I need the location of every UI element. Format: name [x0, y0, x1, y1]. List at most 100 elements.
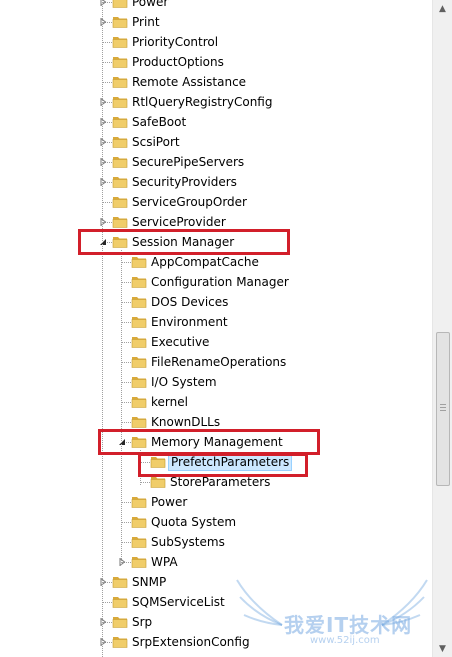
folder-icon — [131, 334, 147, 350]
expand-arrow-icon[interactable] — [98, 0, 108, 7]
tree-item[interactable]: SNMP — [0, 572, 432, 592]
tree-item-label: Srp — [132, 615, 153, 629]
tree-item-label: SrpExtensionConfig — [132, 635, 250, 649]
tree-item-label: SafeBoot — [132, 115, 187, 129]
tree-item[interactable]: SecurityProviders — [0, 172, 432, 192]
tree-item[interactable]: Session Manager — [0, 232, 432, 252]
registry-tree: Power Print PriorityControl ProductOptions R… — [0, 0, 432, 657]
tree-guide-line — [140, 450, 141, 485]
tree-item-label: KnownDLLs — [151, 415, 221, 429]
tree-item[interactable]: Configuration Manager — [0, 272, 432, 292]
tree-item[interactable]: I/O System — [0, 372, 432, 392]
tree-item[interactable]: RtlQueryRegistryConfig — [0, 92, 432, 112]
scroll-down-arrow-icon[interactable]: ▼ — [433, 640, 452, 657]
tree-item-label: StoreParameters — [170, 475, 271, 489]
expand-arrow-icon[interactable] — [98, 637, 108, 647]
tree-item-label: ServiceProvider — [132, 215, 226, 229]
tree-item[interactable]: Executive — [0, 332, 432, 352]
expand-arrow-icon[interactable] — [98, 617, 108, 627]
expand-arrow-icon[interactable] — [98, 177, 108, 187]
tree-item-label: Power — [151, 495, 188, 509]
tree-item[interactable]: ScsiPort — [0, 132, 432, 152]
folder-icon — [112, 634, 128, 650]
folder-icon — [131, 354, 147, 370]
folder-icon — [131, 434, 147, 450]
tree-item-label: ProductOptions — [132, 55, 224, 69]
vertical-scrollbar[interactable]: ▲ ▼ — [432, 0, 452, 657]
folder-icon — [112, 34, 128, 50]
tree-item-label: SubSystems — [151, 535, 225, 549]
tree-item[interactable]: AppCompatCache — [0, 252, 432, 272]
tree-item[interactable]: ServiceProvider — [0, 212, 432, 232]
expand-arrow-icon[interactable] — [98, 17, 108, 27]
folder-icon — [112, 0, 128, 10]
tree-item-label: Quota System — [151, 515, 237, 529]
tree-item[interactable]: ProductOptions — [0, 52, 432, 72]
tree-item[interactable]: SrpExtensionConfig — [0, 632, 432, 652]
expand-arrow-icon[interactable] — [98, 157, 108, 167]
folder-icon — [112, 14, 128, 30]
tree-item[interactable]: Power — [0, 492, 432, 512]
folder-icon — [150, 474, 166, 490]
tree-item-label: Memory Management — [151, 435, 283, 449]
collapse-arrow-icon[interactable] — [117, 437, 127, 447]
tree-item[interactable]: Environment — [0, 312, 432, 332]
tree-item[interactable]: StoreParameters — [0, 472, 432, 492]
tree-item[interactable]: kernel — [0, 392, 432, 412]
tree-item-label: Session Manager — [132, 235, 235, 249]
scroll-thumb[interactable] — [436, 332, 450, 486]
tree-item-label: WPA — [151, 555, 178, 569]
tree-item-label: PriorityControl — [132, 35, 219, 49]
expand-arrow-icon[interactable] — [98, 117, 108, 127]
expand-arrow-icon[interactable] — [98, 137, 108, 147]
expand-arrow-icon[interactable] — [98, 97, 108, 107]
tree-item[interactable]: PrefetchParameters — [0, 452, 432, 472]
tree-item-label: FileRenameOperations — [151, 355, 287, 369]
tree-item-label: Environment — [151, 315, 228, 329]
folder-icon — [112, 174, 128, 190]
tree-item[interactable]: Quota System — [0, 512, 432, 532]
tree-item[interactable]: SecurePipeServers — [0, 152, 432, 172]
tree-item[interactable]: KnownDLLs — [0, 412, 432, 432]
tree-item-label: Executive — [151, 335, 210, 349]
expand-arrow-icon[interactable] — [117, 557, 127, 567]
tree-item[interactable]: Remote Assistance — [0, 72, 432, 92]
tree-item-label: Power — [132, 0, 169, 9]
tree-item[interactable]: ServiceGroupOrder — [0, 192, 432, 212]
folder-icon — [131, 394, 147, 410]
collapse-arrow-icon[interactable] — [98, 237, 108, 247]
tree-item-label: Print — [132, 15, 160, 29]
expand-arrow-icon[interactable] — [98, 577, 108, 587]
expand-arrow-icon[interactable] — [98, 217, 108, 227]
folder-icon — [112, 74, 128, 90]
tree-item-label: Remote Assistance — [132, 75, 247, 89]
tree-item[interactable]: PriorityControl — [0, 32, 432, 52]
folder-icon — [112, 574, 128, 590]
tree-item-label: SecurityProviders — [132, 175, 237, 189]
tree-item[interactable]: Print — [0, 12, 432, 32]
tree-item[interactable]: Memory Management — [0, 432, 432, 452]
tree-item[interactable]: DOS Devices — [0, 292, 432, 312]
tree-item-label: Configuration Manager — [151, 275, 289, 289]
folder-icon — [131, 494, 147, 510]
folder-icon — [112, 134, 128, 150]
tree-item-label: kernel — [151, 395, 188, 409]
folder-icon — [112, 154, 128, 170]
tree-item-label: ServiceGroupOrder — [132, 195, 247, 209]
scroll-up-arrow-icon[interactable]: ▲ — [433, 0, 452, 17]
tree-item-label: RtlQueryRegistryConfig — [132, 95, 273, 109]
folder-icon — [131, 414, 147, 430]
tree-item[interactable]: Srp — [0, 612, 432, 632]
folder-icon — [131, 554, 147, 570]
tree-item-label: SQMServiceList — [132, 595, 225, 609]
folder-icon — [131, 514, 147, 530]
tree-item[interactable]: SafeBoot — [0, 112, 432, 132]
folder-icon — [131, 314, 147, 330]
tree-item[interactable]: Power — [0, 0, 432, 12]
tree-item-label: ScsiPort — [132, 135, 180, 149]
tree-item[interactable]: FileRenameOperations — [0, 352, 432, 372]
tree-item[interactable]: SQMServiceList — [0, 592, 432, 612]
tree-item[interactable]: WPA — [0, 552, 432, 572]
tree-item-label: AppCompatCache — [151, 255, 259, 269]
tree-item[interactable]: SubSystems — [0, 532, 432, 552]
